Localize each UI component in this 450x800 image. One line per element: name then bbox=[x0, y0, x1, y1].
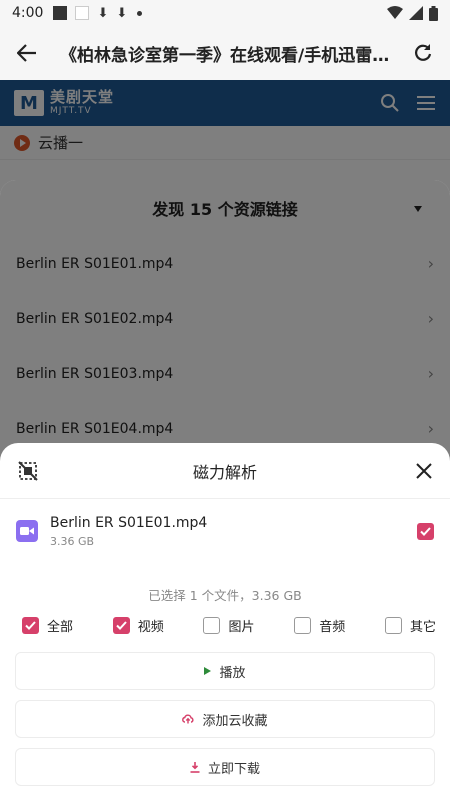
cloud-upload-icon bbox=[182, 714, 195, 724]
play-button[interactable]: 播放 bbox=[15, 652, 435, 690]
app-bar: 《柏林急诊室第一季》在线观看/手机迅雷下载... bbox=[0, 26, 450, 80]
file-row[interactable]: Berlin ER S01E01.mp4 3.36 GB bbox=[0, 501, 450, 561]
filter-image-label: 图片 bbox=[228, 619, 255, 635]
file-name: Berlin ER S01E01.mp4 bbox=[50, 514, 208, 531]
page-title: 《柏林急诊室第一季》在线观看/手机迅雷下载... bbox=[60, 45, 394, 66]
type-filters: 全部 视频 图片 音频 其它 bbox=[0, 612, 450, 638]
filter-other-label: 其它 bbox=[409, 619, 436, 635]
notification-icon bbox=[53, 6, 68, 20]
play-triangle-icon bbox=[204, 667, 212, 675]
close-icon[interactable] bbox=[416, 462, 432, 479]
refresh-icon bbox=[415, 44, 432, 61]
status-time: 4:00 bbox=[12, 5, 44, 21]
download-icon: ⬇ bbox=[97, 6, 109, 21]
arrow-left-icon bbox=[17, 44, 36, 62]
filter-image-checkbox[interactable] bbox=[203, 616, 221, 634]
magnet-parse-sheet: 磁力解析 Berlin ER S01E01.mp4 3.36 GB 已选择 1 … bbox=[0, 443, 450, 800]
check-icon bbox=[25, 620, 36, 630]
sheet-header: 磁力解析 bbox=[0, 443, 450, 499]
notification-icon bbox=[75, 6, 90, 20]
filter-other[interactable]: 其它 bbox=[384, 616, 436, 635]
add-cloud-favorite-label: 添加云收藏 bbox=[202, 713, 268, 729]
wifi-icon bbox=[387, 6, 403, 19]
file-size: 3.36 GB bbox=[50, 534, 95, 548]
filter-audio-checkbox[interactable] bbox=[294, 616, 312, 634]
check-icon bbox=[116, 620, 127, 630]
filter-other-checkbox[interactable] bbox=[384, 616, 402, 634]
filter-all[interactable]: 全部 bbox=[22, 616, 73, 635]
filter-video-checkbox[interactable] bbox=[112, 616, 130, 634]
filter-video-label: 视频 bbox=[137, 619, 164, 635]
filter-audio[interactable]: 音频 bbox=[294, 616, 345, 635]
status-bar: 4:00 ⬇ ⬇ bbox=[0, 0, 450, 26]
filter-all-checkbox[interactable] bbox=[22, 616, 39, 634]
video-file-icon bbox=[16, 520, 38, 542]
refresh-button[interactable] bbox=[408, 38, 438, 68]
download-icon bbox=[190, 761, 200, 773]
filter-all-label: 全部 bbox=[47, 619, 74, 635]
filter-audio-label: 音频 bbox=[319, 619, 346, 635]
add-cloud-favorite-button[interactable]: 添加云收藏 bbox=[15, 700, 435, 738]
more-notifications-icon bbox=[137, 10, 143, 16]
download-icon: ⬇ bbox=[116, 6, 128, 21]
filter-video[interactable]: 视频 bbox=[112, 616, 164, 635]
signal-icon bbox=[409, 6, 423, 20]
battery-icon bbox=[429, 5, 438, 21]
play-button-label: 播放 bbox=[219, 665, 246, 681]
selection-summary: 已选择 1 个文件，3.36 GB bbox=[148, 588, 302, 603]
download-now-label: 立即下载 bbox=[207, 761, 260, 777]
sheet-title: 磁力解析 bbox=[192, 462, 257, 482]
download-now-button[interactable]: 立即下载 bbox=[15, 748, 435, 786]
back-button[interactable] bbox=[12, 38, 42, 68]
file-checkbox[interactable] bbox=[417, 522, 434, 540]
check-icon bbox=[420, 526, 431, 536]
filter-image[interactable]: 图片 bbox=[203, 616, 254, 635]
